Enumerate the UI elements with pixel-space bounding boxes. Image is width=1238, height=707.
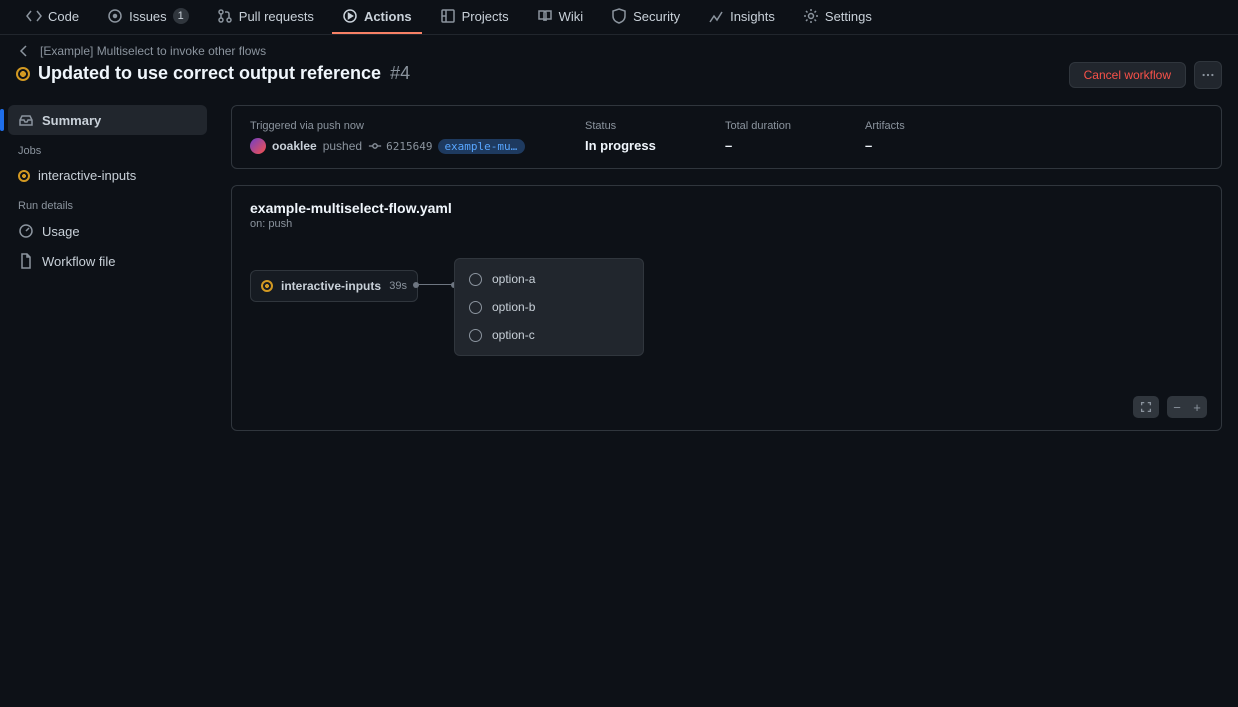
- tab-security-label: Security: [633, 9, 680, 24]
- more-actions-button[interactable]: [1194, 61, 1222, 89]
- breadcrumb: [Example] Multiselect to invoke other fl…: [16, 43, 410, 59]
- tab-settings-label: Settings: [825, 9, 872, 24]
- actor-name[interactable]: ooaklee: [272, 139, 317, 153]
- tab-actions-label: Actions: [364, 9, 412, 24]
- graph-controls: − +: [1133, 396, 1207, 418]
- tab-projects[interactable]: Projects: [430, 0, 519, 34]
- job-status-in-progress-icon: [18, 170, 30, 182]
- repo-nav: Code Issues 1 Pull requests Actions Proj…: [0, 0, 1238, 35]
- issues-icon: [107, 8, 123, 24]
- pushed-text: pushed: [323, 139, 362, 153]
- zoom-controls: − +: [1167, 396, 1207, 418]
- actions-icon: [342, 8, 358, 24]
- run-title: Updated to use correct output reference …: [38, 63, 410, 84]
- duration-label: Total duration: [725, 120, 805, 132]
- sidebar-usage[interactable]: Usage: [8, 216, 207, 246]
- queued-status-icon: [469, 301, 482, 314]
- sidebar-summary[interactable]: Summary: [8, 105, 207, 135]
- workflow-filename: example-multiselect-flow.yaml: [250, 200, 1203, 216]
- job-node-option-b[interactable]: option-b: [455, 293, 643, 321]
- workflow-graph: example-multiselect-flow.yaml on: push i…: [231, 185, 1222, 431]
- commit-sha: 6215649: [386, 140, 432, 153]
- tab-pulls-label: Pull requests: [239, 9, 314, 24]
- sidebar-heading-details: Run details: [8, 190, 207, 216]
- fullscreen-button[interactable]: [1133, 396, 1159, 418]
- tab-issues[interactable]: Issues 1: [97, 0, 199, 34]
- tab-wiki[interactable]: Wiki: [527, 0, 594, 34]
- sidebar-job-interactive-inputs[interactable]: interactive-inputs: [8, 161, 207, 190]
- sidebar-summary-label: Summary: [42, 113, 101, 128]
- summary-box: Triggered via push now ooaklee pushed 62…: [231, 105, 1222, 169]
- branch-badge[interactable]: example-multiselect-flow-to…: [438, 139, 525, 154]
- wiki-icon: [537, 8, 553, 24]
- graph-edge: [416, 284, 454, 285]
- tab-insights-label: Insights: [730, 9, 775, 24]
- summary-icon: [18, 112, 34, 128]
- job-node-status-icon: [261, 280, 273, 292]
- run-header: [Example] Multiselect to invoke other fl…: [0, 35, 1238, 105]
- graph-canvas[interactable]: interactive-inputs 39s option-a option-b: [250, 266, 1203, 386]
- status-value: In progress: [585, 138, 665, 153]
- tab-issues-label: Issues: [129, 9, 167, 24]
- queued-status-icon: [469, 329, 482, 342]
- back-arrow-icon[interactable]: [16, 43, 32, 59]
- zoom-out-button[interactable]: −: [1167, 400, 1187, 415]
- sidebar-usage-label: Usage: [42, 224, 80, 239]
- sidebar: Summary Jobs interactive-inputs Run deta…: [0, 105, 215, 447]
- job-node-label: interactive-inputs: [281, 279, 381, 293]
- sidebar-workflow-file-label: Workflow file: [42, 254, 115, 269]
- tab-pulls[interactable]: Pull requests: [207, 0, 324, 34]
- job-node-option-c[interactable]: option-c: [455, 321, 643, 349]
- code-icon: [26, 8, 42, 24]
- status-in-progress-icon: [16, 67, 30, 81]
- sidebar-heading-jobs: Jobs: [8, 135, 207, 161]
- tab-settings[interactable]: Settings: [793, 0, 882, 34]
- job-label-option-b: option-b: [492, 300, 535, 314]
- job-node-option-a[interactable]: option-a: [455, 265, 643, 293]
- triggered-label: Triggered via push now: [250, 120, 525, 132]
- downstream-jobs-panel: option-a option-b option-c: [454, 258, 644, 356]
- tab-insights[interactable]: Insights: [698, 0, 785, 34]
- artifacts-label: Artifacts: [865, 120, 945, 132]
- insights-icon: [708, 8, 724, 24]
- pull-request-icon: [217, 8, 233, 24]
- job-label-option-a: option-a: [492, 272, 535, 286]
- meter-icon: [18, 223, 34, 239]
- tab-wiki-label: Wiki: [559, 9, 584, 24]
- queued-status-icon: [469, 273, 482, 286]
- duration-value: –: [725, 138, 805, 153]
- commit-icon: [368, 139, 382, 153]
- file-icon: [18, 253, 34, 269]
- tab-code[interactable]: Code: [16, 0, 89, 34]
- breadcrumb-workflow[interactable]: [Example] Multiselect to invoke other fl…: [40, 44, 266, 58]
- main-panel: Triggered via push now ooaklee pushed 62…: [215, 105, 1238, 447]
- status-label: Status: [585, 120, 665, 132]
- gear-icon: [803, 8, 819, 24]
- artifacts-value: –: [865, 138, 945, 153]
- job-node-interactive-inputs[interactable]: interactive-inputs 39s: [250, 270, 418, 302]
- workflow-trigger: on: push: [250, 218, 1203, 230]
- run-title-text: Updated to use correct output reference: [38, 63, 381, 83]
- cancel-workflow-button[interactable]: Cancel workflow: [1069, 62, 1186, 88]
- tab-code-label: Code: [48, 9, 79, 24]
- actor-avatar[interactable]: [250, 138, 266, 154]
- job-node-elapsed: 39s: [389, 280, 407, 292]
- zoom-in-button[interactable]: +: [1187, 400, 1207, 415]
- sidebar-workflow-file[interactable]: Workflow file: [8, 246, 207, 276]
- commit-link[interactable]: 6215649: [368, 139, 432, 153]
- sidebar-job-label: interactive-inputs: [38, 168, 136, 183]
- tab-security[interactable]: Security: [601, 0, 690, 34]
- job-label-option-c: option-c: [492, 328, 535, 342]
- shield-icon: [611, 8, 627, 24]
- projects-icon: [440, 8, 456, 24]
- tab-actions[interactable]: Actions: [332, 0, 422, 34]
- run-number: #4: [390, 63, 410, 83]
- tab-projects-label: Projects: [462, 9, 509, 24]
- issues-count: 1: [173, 8, 189, 24]
